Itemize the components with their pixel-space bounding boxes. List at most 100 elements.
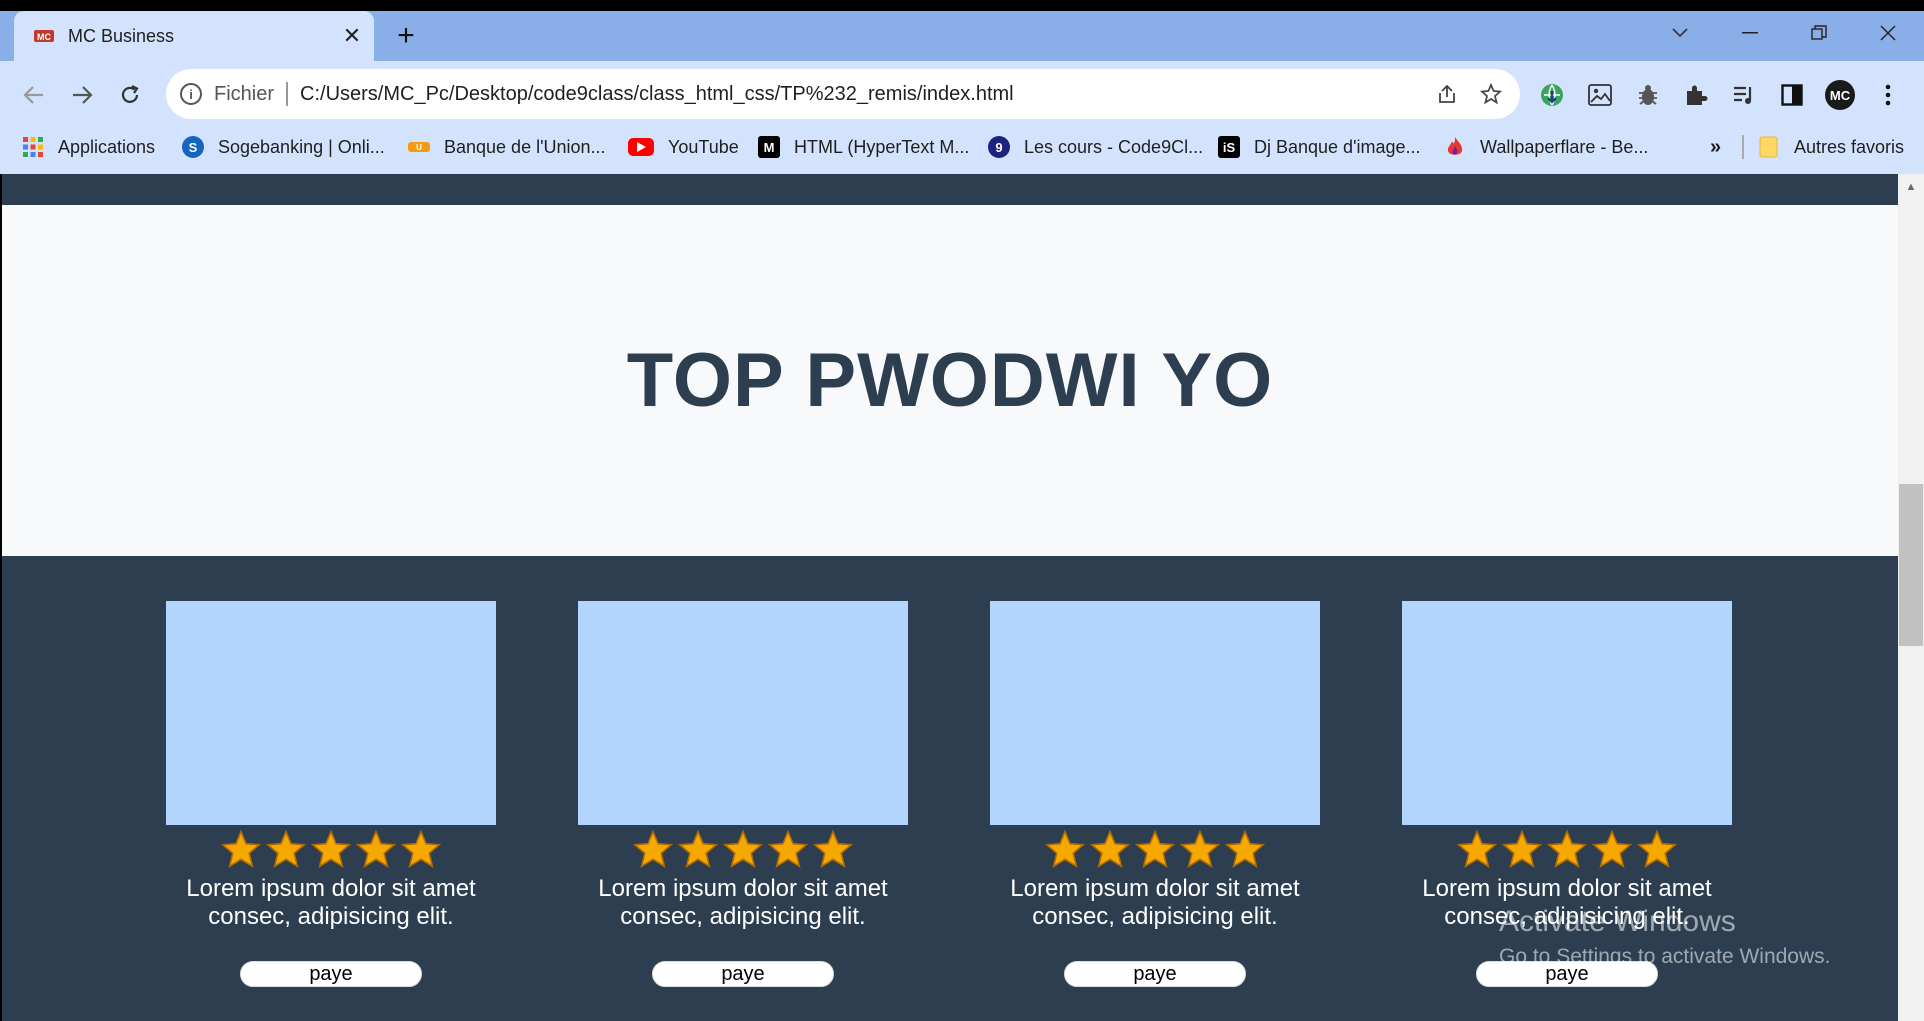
mc-logo-icon: MC xyxy=(34,28,54,44)
star-icon xyxy=(1590,827,1635,873)
star-icon xyxy=(219,827,264,873)
product-description: Lorem ipsum dolor sit amet consec, adipi… xyxy=(1010,875,1300,930)
vertical-scrollbar[interactable]: ▲ xyxy=(1898,174,1924,1021)
bookmark-istock[interactable]: iS Dj Banque d'image... xyxy=(1218,127,1421,167)
close-tab-icon[interactable]: ✕ xyxy=(340,23,364,48)
profile-initials: MC xyxy=(1830,88,1851,103)
bookmark-banque-union[interactable]: U Banque de l'Union... xyxy=(408,127,606,167)
download-manager-icon[interactable] xyxy=(1536,79,1568,111)
star-icon xyxy=(309,827,354,873)
unibank-icon: U xyxy=(408,142,430,152)
other-bookmarks-label: Autres favoris xyxy=(1794,136,1905,157)
scrollbar-thumb[interactable] xyxy=(1899,484,1923,646)
bookmark-label: HTML (HyperText M... xyxy=(794,136,970,157)
omnibox-divider xyxy=(286,82,289,106)
minimize-icon[interactable] xyxy=(1728,16,1772,50)
apps-grid-icon xyxy=(22,136,44,158)
back-icon[interactable] xyxy=(16,77,52,113)
bookmark-label: YouTube xyxy=(668,136,739,157)
screen-top-edge xyxy=(0,0,1924,11)
extensions-puzzle-icon[interactable] xyxy=(1680,79,1712,111)
pay-button[interactable]: paye xyxy=(652,961,834,987)
tab-title: MC Business xyxy=(68,25,175,46)
bookmarks-overflow-chevron[interactable]: » xyxy=(1710,127,1721,167)
product-description: Lorem ipsum dolor sit amet consec, adipi… xyxy=(1422,875,1712,930)
star-icon xyxy=(1635,827,1680,873)
side-panel-icon[interactable] xyxy=(1776,79,1808,111)
share-icon[interactable] xyxy=(1432,79,1462,109)
rating-stars xyxy=(219,827,444,873)
pay-button[interactable]: paye xyxy=(1064,961,1246,987)
bookmark-youtube[interactable]: YouTube xyxy=(628,127,739,167)
star-icon xyxy=(1133,827,1178,873)
forward-icon[interactable] xyxy=(64,77,100,113)
bookmarks-bar: Applications S Sogebanking | Onli... U B… xyxy=(0,127,1924,174)
image-icon[interactable] xyxy=(1584,79,1616,111)
svg-text:MC: MC xyxy=(37,32,51,42)
pay-button[interactable]: paye xyxy=(240,961,422,987)
hero-section: TOP PWODWI YO xyxy=(2,205,1898,556)
close-window-icon[interactable] xyxy=(1866,16,1910,50)
star-icon xyxy=(1545,827,1590,873)
other-bookmarks-folder[interactable]: Autres favoris xyxy=(1758,127,1904,167)
new-tab-button[interactable]: + xyxy=(390,19,422,52)
restore-icon[interactable] xyxy=(1797,16,1841,50)
product-card: Lorem ipsum dolor sit amet consec, adipi… xyxy=(578,601,908,987)
page-viewport: TOP PWODWI YO Lorem ipsum dolor sit amet… xyxy=(2,174,1898,1021)
bookmark-label: Les cours - Code9Cl... xyxy=(1024,136,1204,157)
istock-icon: iS xyxy=(1218,136,1240,158)
sogebank-icon: S xyxy=(182,136,204,158)
mdn-icon: M xyxy=(758,136,780,158)
star-icon xyxy=(1455,827,1500,873)
scroll-up-arrow-icon[interactable]: ▲ xyxy=(1898,174,1924,200)
info-icon[interactable]: i xyxy=(180,83,202,105)
product-card: Lorem ipsum dolor sit amet consec, adipi… xyxy=(990,601,1320,987)
code9-icon: 9 xyxy=(988,136,1010,158)
bookmark-sogebanking[interactable]: S Sogebanking | Onli... xyxy=(182,127,385,167)
star-icon xyxy=(676,827,721,873)
product-description: Lorem ipsum dolor sit amet consec, adipi… xyxy=(598,875,888,930)
product-image xyxy=(578,601,908,825)
bookmark-label: Banque de l'Union... xyxy=(444,136,606,157)
youtube-icon xyxy=(628,138,654,156)
bug-icon[interactable] xyxy=(1632,79,1664,111)
star-icon xyxy=(399,827,444,873)
bookmark-applications[interactable]: Applications xyxy=(22,127,155,167)
bookmark-wallpaperflare[interactable]: Wallpaperflare - Be... xyxy=(1444,127,1648,167)
product-card: Lorem ipsum dolor sit amet consec, adipi… xyxy=(166,601,496,987)
reload-icon[interactable] xyxy=(112,77,148,113)
media-playlist-icon[interactable] xyxy=(1728,79,1760,111)
star-icon xyxy=(631,827,676,873)
star-icon xyxy=(1178,827,1223,873)
rating-stars xyxy=(1455,827,1680,873)
bookmark-code9class[interactable]: 9 Les cours - Code9Cl... xyxy=(988,127,1203,167)
bookmark-html-mdn[interactable]: M HTML (HyperText M... xyxy=(758,127,969,167)
star-icon xyxy=(354,827,399,873)
star-icon xyxy=(721,827,766,873)
url-text[interactable]: C:/Users/MC_Pc/Desktop/code9class/class_… xyxy=(300,83,1432,106)
star-icon xyxy=(1223,827,1268,873)
address-bar[interactable]: i Fichier C:/Users/MC_Pc/Desktop/code9cl… xyxy=(166,69,1520,119)
bookmark-label: Sogebanking | Onli... xyxy=(218,136,385,157)
bookmark-label: Dj Banque d'image... xyxy=(1254,136,1421,157)
folder-icon xyxy=(1758,136,1780,158)
flame-icon xyxy=(1444,136,1466,158)
star-icon xyxy=(1043,827,1088,873)
rating-stars xyxy=(631,827,856,873)
product-image xyxy=(990,601,1320,825)
bookmarks-divider xyxy=(1742,135,1744,159)
tab-search-icon[interactable] xyxy=(1658,16,1702,50)
scheme-label: Fichier xyxy=(214,82,275,105)
star-icon xyxy=(264,827,309,873)
page-heading: TOP PWODWI YO xyxy=(626,338,1274,423)
menu-kebab-icon[interactable] xyxy=(1872,79,1904,111)
star-icon xyxy=(1500,827,1545,873)
product-card: Lorem ipsum dolor sit amet consec, adipi… xyxy=(1402,601,1732,987)
bookmark-label: Wallpaperflare - Be... xyxy=(1480,136,1649,157)
pay-button[interactable]: paye xyxy=(1476,961,1658,987)
browser-chrome: MC MC Business ✕ + i Fichier C:/Users/MC… xyxy=(0,0,1924,174)
browser-tab[interactable]: MC MC Business ✕ xyxy=(14,11,374,61)
rating-stars xyxy=(1043,827,1268,873)
bookmark-star-icon[interactable] xyxy=(1476,79,1506,109)
profile-avatar[interactable]: MC xyxy=(1824,79,1856,111)
